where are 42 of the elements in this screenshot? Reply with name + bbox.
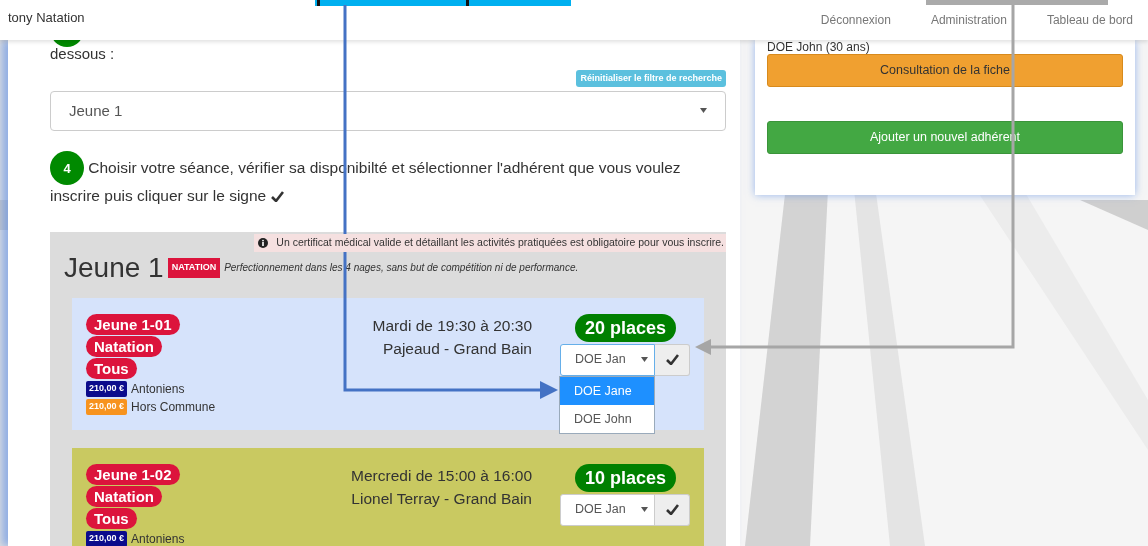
member-select[interactable]: DOE Jan [560,343,655,376]
brand-name[interactable]: tony Natation [8,8,85,28]
dropdown-option[interactable]: DOE John [560,404,654,433]
check-icon [665,504,679,516]
action-button[interactable]: Consultation de la fiche [767,54,1123,87]
places-badge: 20 places [574,313,676,342]
caret-icon [641,357,648,363]
session-tag: Jeune 1-01 [86,313,180,335]
notice-text: Un certificat médical valide et détaillant les activités pratiquées est obligatoire pour vous inscrire. [276,235,724,250]
member-name: DOE John (30 ans) [767,40,871,54]
info-icon [258,237,269,249]
member-select[interactable]: DOE Jan [560,493,655,526]
price-tag: 210,00 € [86,399,128,415]
price-tag: 210,00 € [86,381,128,397]
check-icon [665,354,679,366]
nav-link[interactable]: Administration [930,11,1007,29]
places-badge: 10 places [574,463,676,492]
price-label: Antoniens [131,530,185,546]
confirm-button[interactable] [655,493,690,526]
category-tag: NATATION [167,258,221,278]
session-schedule: Mardi de 19:30 à 20:30 [371,315,532,336]
dropdown-option[interactable]: DOE Jane [560,376,654,405]
session-tag: Tous [86,507,137,529]
session-location: Pajeaud - Grand Bain [381,338,532,359]
session-tag: Tous [86,357,137,379]
price-tag: 210,00 € [86,531,128,546]
group-select[interactable]: Jeune 1 [50,91,726,131]
nav-link[interactable]: Déconnexion [820,11,891,29]
session-tag: Natation [86,335,162,357]
session-tag: Jeune 1-02 [86,463,180,485]
nav-link[interactable]: Tableau de bord [1046,11,1133,29]
group-title: Jeune 1 [64,251,164,284]
price-label: Hors Commune [131,398,216,416]
session-schedule: Mercredi de 15:00 à 16:00 [350,465,532,486]
session-tag: Natation [86,485,162,507]
step-number: 4 [50,151,84,185]
caret-icon [641,507,648,513]
price-label: Antoniens [131,380,185,398]
check-icon [270,190,284,203]
confirm-button[interactable] [655,343,690,376]
session-location: Lionel Terray - Grand Bain [350,488,532,509]
instruction-text: dessous : [50,44,116,64]
